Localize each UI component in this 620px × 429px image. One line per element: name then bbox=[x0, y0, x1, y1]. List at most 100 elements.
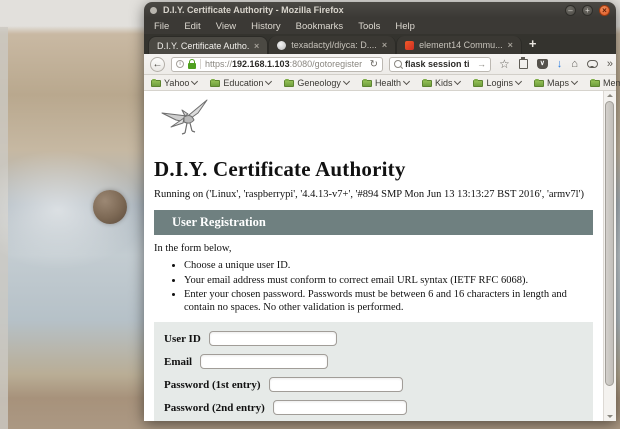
bookmark-label: Maps bbox=[547, 77, 570, 88]
url-divider bbox=[200, 59, 201, 69]
bookmark-folder-maps[interactable]: Maps bbox=[534, 77, 579, 88]
scrollbar-thumb[interactable] bbox=[605, 101, 614, 386]
form-row-userid: User ID bbox=[164, 331, 583, 346]
form-row-password2: Password (2nd entry) bbox=[164, 400, 583, 415]
password2-input[interactable] bbox=[272, 400, 407, 415]
reload-icon[interactable]: ↻ bbox=[370, 59, 378, 70]
navigation-toolbar: ← i https://192.168.1.103:8080/gotoregis… bbox=[144, 54, 616, 75]
bookmark-folder-memberships[interactable]: Memberships bbox=[590, 78, 620, 88]
form-row-email: Email bbox=[164, 354, 583, 369]
tab-bar: D.I.Y. Certificate Autho... × texadactyl… bbox=[144, 34, 616, 54]
tab-close-icon[interactable]: × bbox=[382, 40, 387, 50]
bookmark-label: Education bbox=[223, 77, 264, 88]
back-button[interactable]: ← bbox=[150, 56, 165, 72]
instructions-list: Choose a unique user ID. Your email addr… bbox=[184, 260, 593, 314]
window-titlebar[interactable]: D.I.Y. Certificate Authority - Mozilla F… bbox=[144, 2, 616, 18]
menu-tools[interactable]: Tools bbox=[358, 21, 380, 32]
bookmark-folder-education[interactable]: Education bbox=[210, 77, 273, 88]
folder-icon bbox=[151, 78, 161, 87]
overflow-chevrons-icon[interactable]: » bbox=[607, 58, 613, 70]
bullet-item: Your email address must conform to corre… bbox=[184, 275, 593, 288]
bullet-item: Enter your chosen password. Passwords mu… bbox=[184, 289, 593, 314]
scroll-down-arrow-icon[interactable] bbox=[607, 415, 613, 418]
tab-label: texadactyl/diyca: D.... bbox=[291, 40, 377, 50]
scrollbar[interactable] bbox=[603, 91, 616, 421]
element14-icon bbox=[405, 40, 415, 50]
tab-close-icon[interactable]: × bbox=[254, 41, 259, 51]
search-query-text: flask session ti bbox=[405, 59, 470, 69]
new-tab-button[interactable]: + bbox=[529, 35, 537, 53]
password1-input[interactable] bbox=[268, 377, 403, 392]
page-title: D.I.Y. Certificate Authority bbox=[154, 157, 406, 181]
field-label: User ID bbox=[164, 332, 201, 345]
chat-bubble-icon[interactable] bbox=[586, 60, 598, 68]
search-icon[interactable] bbox=[394, 60, 402, 68]
jupiter-moon bbox=[93, 190, 127, 224]
bookmarks-toolbar: Yahoo Education Geneology Health Kids Lo… bbox=[144, 75, 620, 91]
menu-bookmarks[interactable]: Bookmarks bbox=[296, 21, 344, 32]
search-go-icon[interactable]: → bbox=[477, 59, 486, 69]
tab-github[interactable]: texadactyl/diyca: D.... × bbox=[268, 36, 397, 54]
bookmark-label: Kids bbox=[434, 77, 453, 88]
downloads-icon[interactable]: ↓ bbox=[557, 58, 563, 70]
window-title: D.I.Y. Certificate Authority - Mozilla F… bbox=[163, 5, 344, 15]
folder-icon bbox=[534, 78, 544, 87]
github-icon bbox=[277, 40, 287, 50]
scroll-up-arrow-icon[interactable] bbox=[607, 94, 613, 97]
registration-form: User ID Email Password (1st entry) Passw… bbox=[154, 322, 593, 421]
info-icon[interactable]: i bbox=[176, 60, 184, 68]
folder-icon bbox=[210, 78, 221, 87]
url-scheme: https:// bbox=[205, 59, 233, 69]
chevron-down-icon bbox=[342, 77, 350, 86]
pocket-icon[interactable]: ∨ bbox=[536, 59, 548, 69]
bookmark-label: Yahoo bbox=[164, 77, 190, 88]
menu-edit[interactable]: Edit bbox=[184, 21, 200, 32]
pterodactyl-logo bbox=[161, 99, 208, 135]
menu-history[interactable]: History bbox=[251, 21, 281, 32]
folder-icon bbox=[590, 78, 601, 87]
form-row-password1: Password (1st entry) bbox=[164, 377, 583, 392]
clipboard-icon[interactable] bbox=[518, 57, 528, 69]
bookmark-folder-geneology[interactable]: Geneology bbox=[284, 77, 350, 88]
search-input[interactable]: flask session ti → bbox=[389, 56, 491, 72]
folder-icon bbox=[421, 78, 432, 87]
bookmark-star-icon[interactable]: ☆ bbox=[499, 58, 510, 70]
folder-icon bbox=[284, 78, 295, 87]
tab-diyca[interactable]: D.I.Y. Certificate Autho... × bbox=[148, 36, 269, 54]
menu-help[interactable]: Help bbox=[395, 21, 415, 32]
user-id-input[interactable] bbox=[208, 331, 337, 346]
bullet-item: Choose a unique user ID. bbox=[184, 260, 593, 273]
menu-view[interactable]: View bbox=[216, 21, 236, 32]
field-label: Email bbox=[164, 355, 193, 368]
folder-icon bbox=[361, 78, 372, 87]
field-label: Password (2nd entry) bbox=[164, 401, 265, 414]
firefox-window: D.I.Y. Certificate Authority - Mozilla F… bbox=[144, 2, 620, 421]
bookmark-label: Health bbox=[374, 77, 401, 88]
url-host: 192.168.1.103 bbox=[232, 59, 290, 69]
bookmark-folder-yahoo[interactable]: Yahoo bbox=[151, 77, 199, 88]
chevron-down-icon bbox=[402, 77, 410, 86]
tab-close-icon[interactable]: × bbox=[508, 40, 513, 50]
url-bar[interactable]: i https://192.168.1.103:8080/gotoregiste… bbox=[171, 56, 383, 72]
tab-element14[interactable]: element14 Commu... × bbox=[396, 36, 522, 54]
chevron-down-icon bbox=[514, 77, 523, 86]
bookmark-label: Memberships bbox=[603, 77, 620, 88]
field-label: Password (1st entry) bbox=[164, 378, 261, 391]
bookmark-folder-health[interactable]: Health bbox=[361, 77, 410, 88]
bookmark-label: Logins bbox=[486, 77, 513, 88]
maximize-button[interactable]: + bbox=[582, 4, 593, 16]
page-content: D.I.Y. Certificate Authority Running on … bbox=[144, 91, 616, 421]
chevron-down-icon bbox=[454, 77, 462, 86]
minimize-button[interactable]: – bbox=[565, 4, 576, 16]
menu-file[interactable]: File bbox=[154, 21, 169, 32]
tab-label: D.I.Y. Certificate Autho... bbox=[157, 40, 249, 51]
url-path: :8080/gotoregister bbox=[289, 59, 362, 69]
section-header: User Registration bbox=[154, 210, 593, 235]
bookmark-folder-logins[interactable]: Logins bbox=[473, 77, 523, 88]
lock-icon bbox=[188, 58, 196, 69]
menu-bar: File Edit View History Bookmarks Tools H… bbox=[144, 18, 616, 34]
email-input[interactable] bbox=[200, 354, 329, 369]
bookmark-folder-kids[interactable]: Kids bbox=[421, 77, 462, 88]
home-icon[interactable]: ⌂ bbox=[571, 58, 578, 70]
close-button[interactable]: × bbox=[599, 4, 610, 16]
